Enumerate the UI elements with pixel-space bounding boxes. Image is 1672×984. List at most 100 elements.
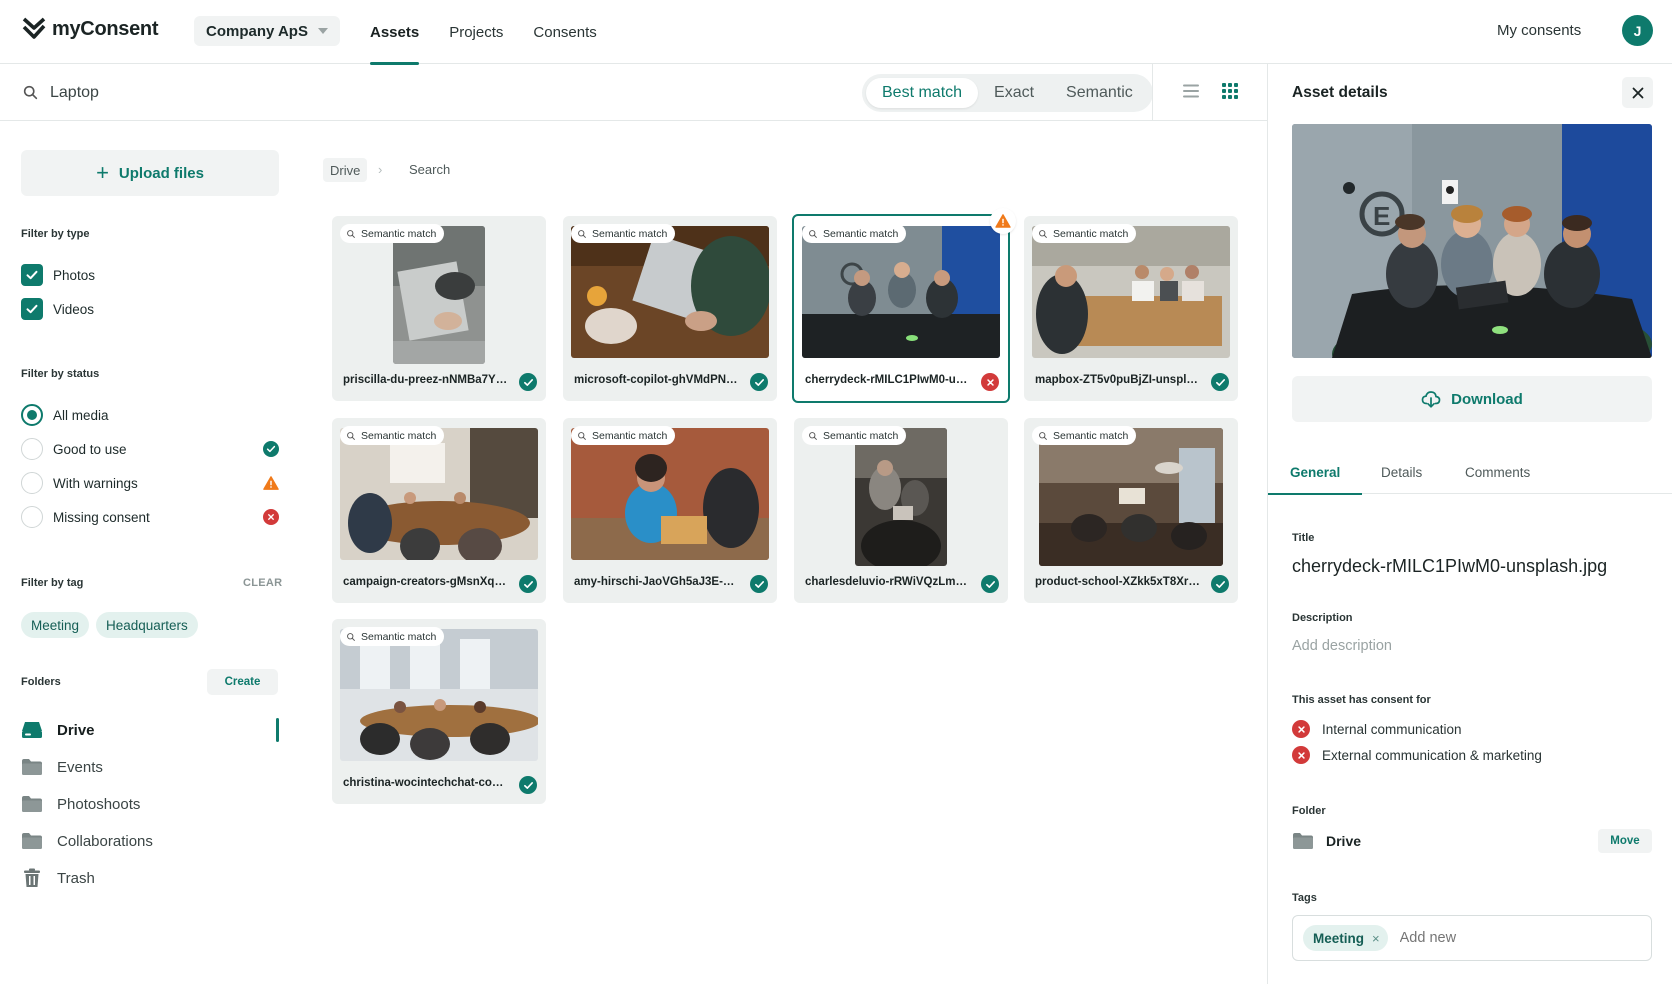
asset-details-panel: Asset details E Download General Details…	[1267, 64, 1672, 984]
nav-tab-projects[interactable]: Projects	[449, 0, 503, 64]
folders-heading: Folders	[21, 676, 61, 688]
close-button[interactable]	[1622, 77, 1653, 108]
check-icon	[1211, 373, 1229, 391]
warning-icon	[990, 208, 1016, 234]
checkbox-checked[interactable]	[21, 264, 43, 286]
asset-card[interactable]: Semantic match mapbox-ZT5v0puBjZI-unspla…	[1024, 216, 1238, 401]
badge-label: Semantic match	[361, 630, 437, 643]
add-tag-input[interactable]	[1399, 930, 1600, 946]
close-icon	[1632, 87, 1643, 98]
semantic-match-badge: Semantic match	[340, 627, 445, 646]
nav-tab-assets[interactable]: Assets	[370, 0, 420, 65]
folder-photoshoots[interactable]: Photoshoots	[21, 789, 279, 819]
search-icon	[1038, 229, 1048, 239]
search-icon	[577, 431, 587, 441]
folder-label: Trash	[57, 869, 95, 887]
asset-card[interactable]: Semantic match microsoft-copilot-ghVMdPN…	[563, 216, 777, 401]
asset-thumbnail	[802, 226, 1000, 358]
nav-tab-consents[interactable]: Consents	[533, 0, 596, 64]
folder-collaborations[interactable]: Collaborations	[21, 826, 279, 856]
cloud-download-icon	[1421, 391, 1441, 408]
remove-tag-icon[interactable]: ×	[1372, 931, 1380, 946]
status-label: All media	[53, 407, 109, 423]
avatar[interactable]: J	[1622, 15, 1653, 46]
mode-semantic[interactable]: Semantic	[1050, 78, 1149, 108]
app-name: myConsent	[52, 17, 159, 40]
status-all-media[interactable]: All media	[21, 404, 279, 426]
filter-videos[interactable]: Videos	[21, 298, 94, 320]
asset-thumbnail	[571, 226, 769, 358]
breadcrumb-drive[interactable]: Drive	[323, 158, 368, 182]
radio[interactable]	[21, 472, 43, 494]
check-icon	[981, 575, 999, 593]
semantic-match-badge: Semantic match	[1032, 224, 1137, 243]
create-folder-button[interactable]: Create	[207, 669, 278, 695]
trash-icon	[24, 868, 40, 887]
company-switcher[interactable]: Company ApS	[194, 16, 340, 46]
clear-tags-button[interactable]: CLEAR	[243, 577, 282, 589]
folder-icon	[21, 758, 43, 776]
asset-card[interactable]: Semantic match christina-wocintechchat-c…	[332, 619, 546, 804]
radio-selected[interactable]	[21, 404, 43, 426]
status-good-to-use[interactable]: Good to use	[21, 438, 279, 460]
filter-photos-label: Photos	[53, 267, 96, 283]
folder-name: Drive	[1326, 833, 1362, 849]
tab-general[interactable]: General	[1267, 450, 1363, 495]
asset-thumbnail	[340, 629, 538, 761]
folder-label: Photoshoots	[57, 795, 141, 813]
grid-view-icon[interactable]	[1221, 82, 1239, 100]
consent-external: External communication & marketing	[1292, 746, 1542, 764]
tag-filter-headquarters[interactable]: Headquarters	[96, 612, 198, 638]
tags-input-box[interactable]: Meeting ×	[1292, 915, 1652, 961]
download-button[interactable]: Download	[1292, 376, 1652, 422]
status-missing-consent[interactable]: Missing consent	[21, 506, 279, 528]
search-icon	[808, 431, 818, 441]
asset-card[interactable]: Semantic match priscilla-du-preez-nNMBa7…	[332, 216, 546, 401]
move-button[interactable]: Move	[1598, 829, 1652, 853]
folder-drive[interactable]: Drive	[21, 715, 279, 745]
semantic-match-badge: Semantic match	[340, 224, 445, 243]
folder-events[interactable]: Events	[21, 752, 279, 782]
folder-label: Events	[57, 758, 103, 776]
search-icon	[1038, 431, 1048, 441]
asset-name: mapbox-ZT5v0puBjZI-unsplash....	[1035, 374, 1201, 386]
my-consents-link[interactable]: My consents	[1497, 22, 1581, 39]
asset-thumbnail	[340, 428, 538, 560]
tab-comments[interactable]: Comments	[1465, 450, 1530, 494]
asset-card-selected[interactable]: Semantic match cherrydeck-rMILC1PIwM0-un…	[792, 208, 1016, 403]
error-icon	[981, 373, 999, 391]
check-icon	[519, 575, 537, 593]
asset-card[interactable]: Semantic match amy-hirschi-JaoVGh5aJ3E-u…	[563, 418, 777, 603]
tag-filter-meeting[interactable]: Meeting	[21, 612, 90, 638]
app-logo[interactable]: myConsent	[22, 16, 159, 42]
upload-files-button[interactable]: + Upload files	[21, 150, 279, 196]
tag-label: Meeting	[1313, 930, 1365, 946]
mode-exact[interactable]: Exact	[978, 78, 1050, 108]
badge-label: Semantic match	[1053, 227, 1129, 240]
checkbox-checked[interactable]	[21, 298, 43, 320]
folder-trash[interactable]: Trash	[21, 863, 279, 893]
asset-thumbnail	[571, 428, 769, 560]
asset-name: priscilla-du-preez-nNMBa7Y1Y...	[343, 374, 509, 386]
upload-label: Upload files	[118, 164, 204, 182]
filter-photos[interactable]: Photos	[21, 264, 95, 286]
search-input[interactable]	[50, 78, 810, 108]
consent-internal: Internal communication	[1292, 720, 1462, 738]
list-view-icon[interactable]	[1182, 82, 1200, 100]
badge-label: Semantic match	[823, 227, 899, 240]
asset-card[interactable]: Semantic match campaign-creators-gMsnXqI…	[332, 418, 546, 603]
semantic-match-badge: Semantic match	[571, 224, 676, 243]
tab-details[interactable]: Details	[1381, 450, 1422, 494]
description-field[interactable]: Add description	[1292, 638, 1392, 654]
asset-card[interactable]: Semantic match product-school-XZkk5xT8Xr…	[1024, 418, 1238, 603]
mode-best-match[interactable]: Best match	[866, 78, 979, 108]
asset-title[interactable]: cherrydeck-rMILC1PIwM0-unsplash.jpg	[1292, 556, 1607, 577]
divider	[1152, 64, 1153, 121]
folder-icon	[21, 832, 43, 850]
status-with-warnings[interactable]: With warnings	[21, 472, 279, 494]
breadcrumb-current: Search	[409, 162, 451, 177]
radio[interactable]	[21, 438, 43, 460]
asset-name: microsoft-copilot-ghVMdPN33v...	[574, 374, 740, 386]
asset-card[interactable]: Semantic match charlesdeluvio-rRWiVQzLm7…	[794, 418, 1008, 603]
radio[interactable]	[21, 506, 43, 528]
